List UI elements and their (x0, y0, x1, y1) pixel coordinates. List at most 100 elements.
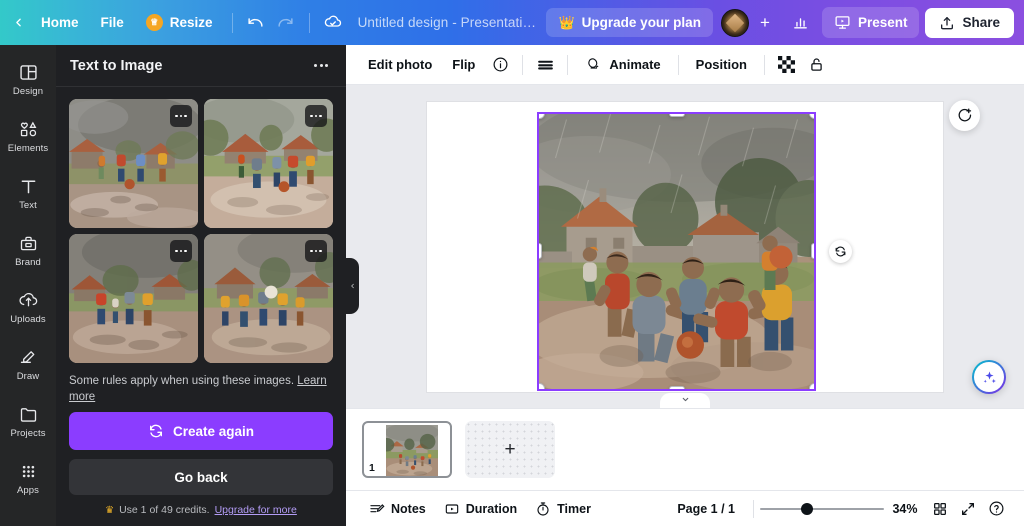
refresh-icon (149, 424, 162, 438)
lock-icon[interactable] (802, 51, 832, 79)
image-options-icon[interactable] (170, 105, 192, 127)
notes-button[interactable]: Notes (360, 496, 435, 522)
go-back-button[interactable]: Go back (69, 459, 333, 495)
undo-icon[interactable] (241, 8, 271, 38)
image-options-icon[interactable] (305, 105, 327, 127)
resize-handle-left[interactable] (539, 243, 542, 259)
transparency-lines-icon[interactable] (530, 51, 560, 79)
generated-image-1[interactable] (69, 99, 198, 228)
cloud-saved-icon[interactable] (318, 8, 348, 38)
notes-label: Notes (391, 501, 426, 516)
rotate-handle[interactable] (829, 239, 852, 263)
generated-image-2[interactable] (204, 99, 333, 228)
upgrade-plan-button[interactable]: 👑 Upgrade your plan (546, 8, 713, 37)
add-collaborator-icon[interactable]: + (752, 10, 778, 36)
back-chevron-icon[interactable] (8, 13, 28, 33)
canva-editor-app: Home File ♕ Resize Untitled design - Pre… (0, 0, 1024, 526)
sidebar-item-brand[interactable]: Brand (1, 226, 55, 274)
sidebar-label: Uploads (10, 314, 46, 325)
redo-icon[interactable] (271, 8, 301, 38)
avatar[interactable] (720, 8, 749, 37)
watercolor-football-thumb (386, 425, 438, 476)
help-glyph (989, 501, 1003, 516)
page-thumbnail-1[interactable]: 1 (362, 421, 452, 478)
edit-photo-label: Edit photo (368, 57, 433, 72)
sidebar-item-apps[interactable]: Apps (1, 454, 55, 502)
generated-images-grid (69, 99, 333, 363)
selected-image[interactable] (537, 111, 816, 391)
zoom-knob[interactable] (801, 502, 814, 515)
duration-play-icon (445, 503, 458, 514)
panel-collapse-toggle[interactable] (346, 257, 359, 314)
brand-kit-icon (20, 236, 36, 251)
add-page-button[interactable]: + (465, 421, 555, 478)
home-button[interactable]: Home (30, 10, 90, 36)
image-options-icon[interactable] (170, 240, 192, 262)
magic-studio-button[interactable] (972, 360, 1006, 394)
duration-label: Duration (465, 501, 518, 516)
expand-fullscreen-icon[interactable] (954, 496, 982, 522)
layout-design-icon (19, 65, 37, 80)
file-menu-button[interactable]: File (90, 10, 135, 36)
sidebar-item-draw[interactable]: Draw (1, 340, 55, 388)
zoom-percentage[interactable]: 34% (884, 502, 926, 516)
upgrade-for-more-link[interactable]: Upgrade for more (215, 504, 297, 516)
apps-grid-icon (22, 465, 34, 478)
share-upload-icon (941, 16, 954, 29)
create-again-label: Create again (172, 423, 255, 439)
resize-handle-bottom[interactable] (668, 385, 685, 389)
timer-button[interactable]: Timer (526, 496, 600, 522)
crown-icon: ♕ (145, 14, 163, 31)
page-thumbnail-preview (386, 425, 438, 476)
resize-label: Resize (169, 14, 213, 30)
sidebar-label: Elements (7, 143, 49, 154)
info-circle-icon[interactable] (485, 51, 515, 79)
page-number: 1 (369, 462, 375, 474)
credits-text: Use 1 of 49 credits. (119, 504, 210, 516)
image-options-icon[interactable] (305, 240, 327, 262)
timer-stopwatch-icon (537, 501, 549, 516)
panel-title: Text to Image (70, 57, 163, 74)
present-button[interactable]: Present (821, 7, 920, 38)
transparency-checker-icon[interactable] (772, 51, 802, 79)
resize-button[interactable]: ♕ Resize (135, 8, 224, 37)
draw-pen-icon (20, 351, 34, 363)
present-label: Present (857, 15, 908, 30)
canvas-collapse-chevron[interactable] (660, 393, 710, 408)
zoom-slider[interactable] (760, 501, 884, 517)
sidebar-item-design[interactable]: Design (1, 55, 55, 103)
generated-image-3[interactable] (69, 234, 198, 363)
position-button[interactable]: Position (686, 51, 757, 78)
generated-image-4[interactable] (204, 234, 333, 363)
status-bar: Notes Duration Timer Page 1 / 1 34% (346, 490, 1024, 526)
canvas-area[interactable] (346, 85, 1024, 408)
design-title[interactable]: Untitled design - Presentation (348, 15, 547, 30)
upgrade-label: Upgrade your plan (581, 15, 701, 30)
left-rail-nav: Design Elements Text Brand Uploads Draw (0, 45, 56, 526)
sidebar-item-uploads[interactable]: Uploads (1, 283, 55, 331)
upload-cloud-icon (18, 292, 37, 307)
bar-chart-icon[interactable] (786, 8, 816, 38)
create-again-button[interactable]: Create again (69, 412, 333, 450)
flip-button[interactable]: Flip (442, 51, 485, 78)
image-toolbar: Edit photo Flip Animate Position (346, 45, 1024, 85)
duration-button[interactable]: Duration (435, 496, 526, 522)
status-divider (753, 499, 754, 518)
page-indicator[interactable]: Page 1 / 1 (665, 502, 747, 516)
resize-handle-top[interactable] (668, 113, 685, 117)
usage-rules-text: Some rules apply when using these images… (69, 363, 333, 412)
grid-view-glyph (934, 502, 946, 515)
more-options-icon[interactable] (308, 53, 334, 79)
share-button[interactable]: Share (925, 7, 1014, 38)
add-comment-button[interactable] (949, 100, 980, 131)
timer-label: Timer (557, 501, 591, 516)
animate-button[interactable]: Animate (575, 50, 670, 79)
grid-view-icon[interactable] (926, 496, 954, 522)
help-circle-icon[interactable] (982, 496, 1010, 522)
sidebar-item-projects[interactable]: Projects (1, 397, 55, 445)
sidebar-item-elements[interactable]: Elements (1, 112, 55, 160)
resize-handle-right[interactable] (811, 243, 814, 259)
design-page[interactable] (427, 101, 943, 392)
sidebar-item-text[interactable]: Text (1, 169, 55, 217)
edit-photo-button[interactable]: Edit photo (358, 51, 442, 78)
